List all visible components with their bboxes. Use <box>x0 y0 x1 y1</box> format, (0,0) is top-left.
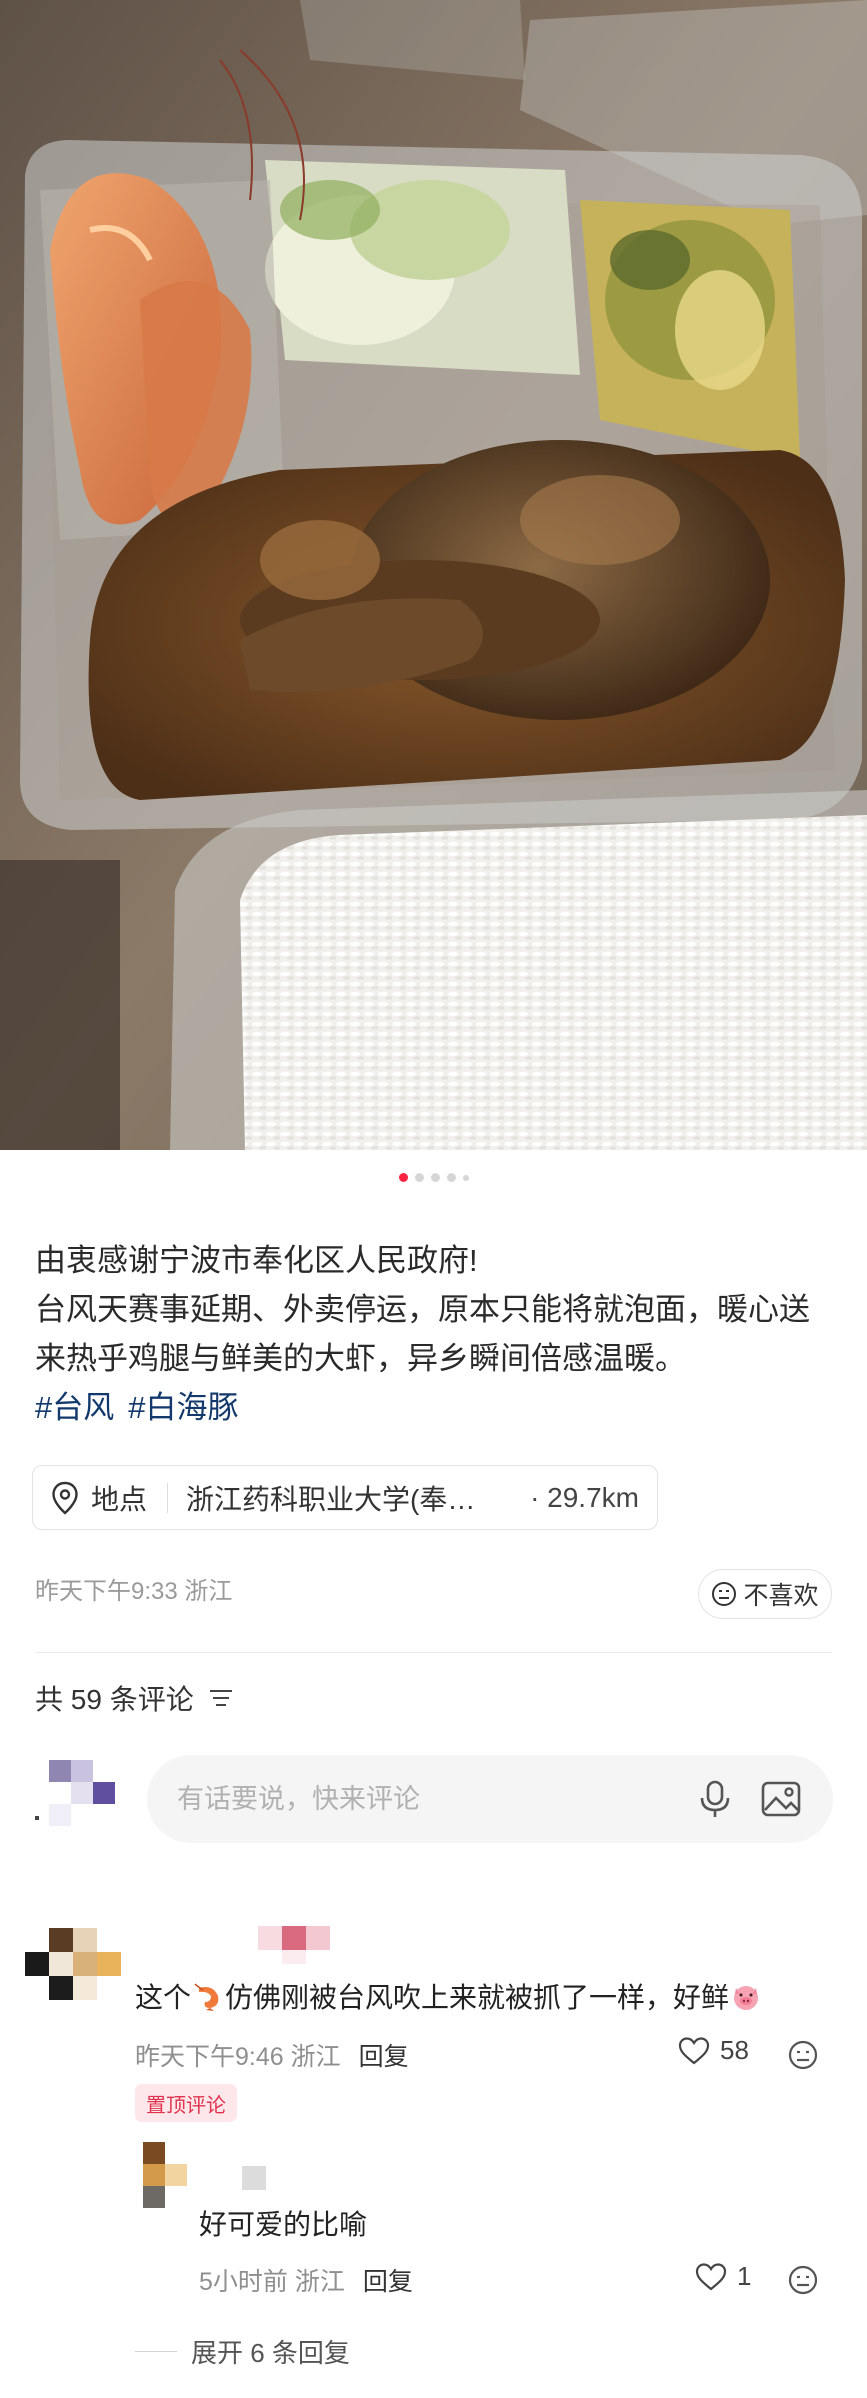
location-chip[interactable]: 地点 浙江药科职业大学(奉… · 29.7km <box>32 1465 658 1530</box>
reply-time-place: 5小时前 浙江 <box>199 2268 345 2296</box>
post-body: 由衷感谢宁波市奉化区人民政府! 台风天赛事延期、外卖停运，原本只能将就泡面，暖心… <box>35 1236 835 1432</box>
carousel-dot <box>430 1173 440 1182</box>
dislike-comment-icon[interactable] <box>787 2264 819 2296</box>
carousel-dot <box>414 1173 424 1182</box>
expand-label: 展开 6 条回复 <box>191 2338 350 2368</box>
carousel-dot <box>446 1173 456 1182</box>
reply-text: 好可爱的比喻 <box>199 2209 368 2240</box>
dislike-button[interactable]: 不喜欢 <box>698 1569 832 1619</box>
like-count: 58 <box>720 2035 749 2065</box>
location-distance: · 29.7km <box>530 1481 639 1513</box>
image-icon[interactable] <box>759 1777 803 1821</box>
dislike-label: 不喜欢 <box>743 1582 819 1610</box>
carousel-indicator <box>0 1173 867 1182</box>
post-time-place: 昨天下午9:33 浙江 <box>35 1578 233 1605</box>
dislike-comment-icon[interactable] <box>787 2039 819 2071</box>
hashtag-typhoon[interactable]: #台风 <box>35 1390 114 1425</box>
pinned-comment-badge: 置顶评论 <box>135 2084 237 2122</box>
post-photo[interactable] <box>0 0 867 1150</box>
post-tags: #台风 #白海豚 <box>35 1383 835 1432</box>
post-line-1: 由衷感谢宁波市奉化区人民政府! <box>35 1243 478 1278</box>
dislike-face-icon <box>712 1582 737 1606</box>
my-avatar[interactable] <box>35 1758 121 1844</box>
comment-text-part-1: 这个 <box>135 1982 192 2013</box>
heart-icon <box>678 2036 710 2064</box>
comments-count: 共 59 条评论 <box>35 1684 194 1715</box>
like-button[interactable]: 1 <box>695 2261 751 2292</box>
carousel-dot <box>462 1174 469 1181</box>
shrimp-emoji <box>194 1983 219 2011</box>
comment-input[interactable] <box>177 1783 671 1815</box>
like-count: 1 <box>737 2261 752 2291</box>
location-pin-icon <box>52 1481 78 1515</box>
microphone-icon[interactable] <box>693 1777 737 1821</box>
hashtag-white-dolphin[interactable]: #白海豚 <box>128 1390 238 1425</box>
section-divider <box>35 1652 832 1653</box>
comment-input-box[interactable] <box>147 1755 833 1843</box>
expand-replies-button[interactable]: 展开 6 条回复 <box>135 2333 350 2370</box>
pig-emoji <box>734 1986 759 2010</box>
food-photo <box>0 0 867 1150</box>
comment-time-place: 昨天下午9:46 浙江 <box>135 2043 341 2071</box>
heart-icon <box>695 2262 727 2290</box>
sort-icon[interactable] <box>208 1687 234 1709</box>
reply-button[interactable]: 回复 <box>359 2037 409 2073</box>
location-place: 浙江药科职业大学(奉… <box>186 1483 476 1515</box>
reply-button[interactable]: 回复 <box>363 2262 413 2298</box>
location-label: 地点 <box>91 1483 148 1515</box>
carousel-dot-active <box>398 1173 408 1182</box>
expand-line <box>135 2350 177 2353</box>
comment-text: 这个 仿佛刚被台风吹上来就被抓了一样，好鲜 <box>135 1978 845 2018</box>
commenter-avatar[interactable] <box>25 1928 121 2000</box>
post-line-2: 台风天赛事延期、外卖停运，原本只能将就泡面，暖心送来热乎鸡腿与鲜美的大虾，异乡瞬… <box>35 1292 810 1376</box>
reply-avatar[interactable] <box>143 2142 209 2212</box>
commenter-name-blurred <box>258 1926 330 1964</box>
comments-header: 共 59 条评论 <box>35 1678 234 1718</box>
reply-name-blurred <box>242 2166 266 2190</box>
location-divider <box>167 1482 169 1513</box>
like-button[interactable]: 58 <box>678 2035 749 2066</box>
comment-meta: 昨天下午9:46 浙江 回复 <box>135 2037 409 2073</box>
reply-meta: 5小时前 浙江 回复 <box>199 2262 413 2298</box>
comment-text-part-2: 仿佛刚被台风吹上来就被抓了一样，好鲜 <box>225 1982 730 2013</box>
